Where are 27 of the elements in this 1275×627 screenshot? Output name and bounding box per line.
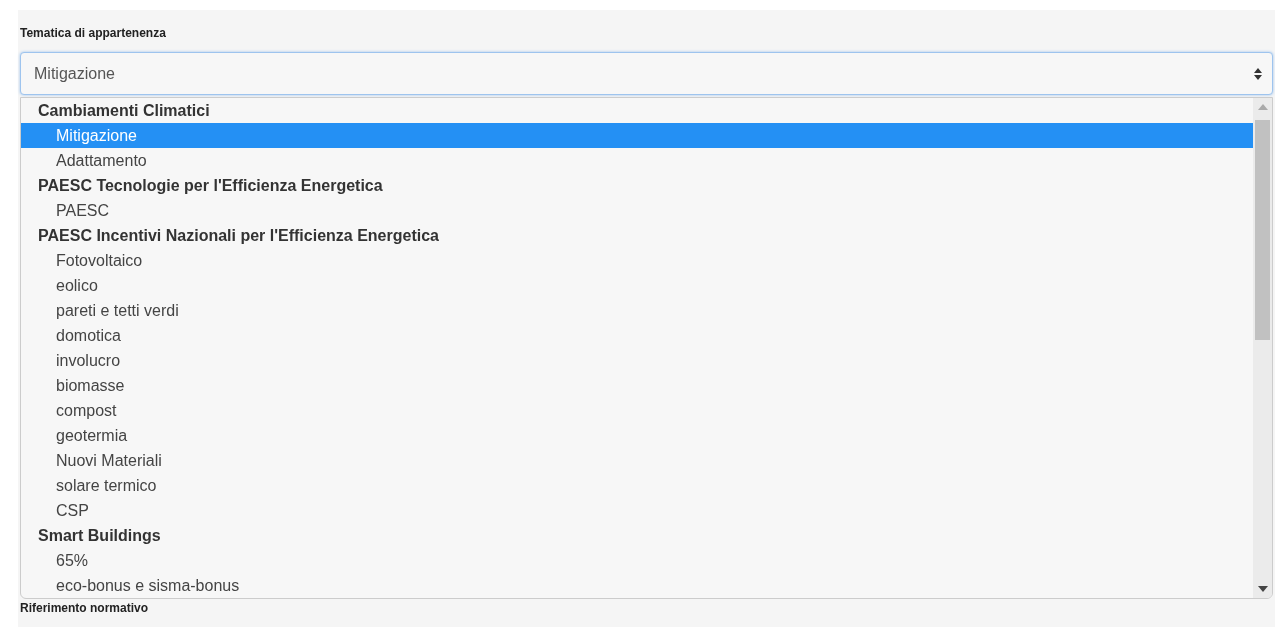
dropdown-option[interactable]: Adattamento <box>21 148 1253 173</box>
option-group-label: PAESC Incentivi Nazionali per l'Efficienza Energetica <box>37 226 440 246</box>
dropdown-option[interactable]: PAESC <box>21 198 1253 223</box>
dropdown-option[interactable]: eco-bonus e sisma-bonus <box>21 573 1253 598</box>
dropdown-option[interactable]: compost <box>21 398 1253 423</box>
dropdown-option[interactable]: involucro <box>21 348 1253 373</box>
dropdown-option[interactable]: geotermia <box>21 423 1253 448</box>
field-label: Tematica di appartenenza <box>20 26 166 42</box>
dropdown-option[interactable]: biomasse <box>21 373 1253 398</box>
sort-caret-icon <box>1254 67 1262 80</box>
scrollbar-thumb[interactable] <box>1255 120 1270 340</box>
dropdown-option[interactable]: pareti e tetti verdi <box>21 298 1253 323</box>
dropdown-option[interactable]: 65% <box>21 548 1253 573</box>
option-group-label: Cambiamenti Climatici <box>37 101 211 121</box>
scroll-up-icon[interactable] <box>1257 104 1268 110</box>
dropdown-option[interactable]: Nuovi Materiali <box>21 448 1253 473</box>
option-group-label: PAESC Tecnologie per l'Efficienza Energetica <box>37 176 384 196</box>
dropdown-option[interactable]: eolico <box>21 273 1253 298</box>
dropdown-option[interactable]: Fotovoltaico <box>21 248 1253 273</box>
select-field[interactable]: Mitigazione <box>20 52 1273 95</box>
dropdown-option[interactable]: solare termico <box>21 473 1253 498</box>
scroll-down-icon[interactable] <box>1257 586 1268 592</box>
dropdown-option[interactable]: domotica <box>21 323 1253 348</box>
option-group-label: Smart Buildings <box>37 526 162 546</box>
dropdown-option[interactable]: CSP <box>21 498 1253 523</box>
scrollbar[interactable] <box>1253 98 1272 598</box>
field-label: Riferimento normativo <box>20 601 148 617</box>
